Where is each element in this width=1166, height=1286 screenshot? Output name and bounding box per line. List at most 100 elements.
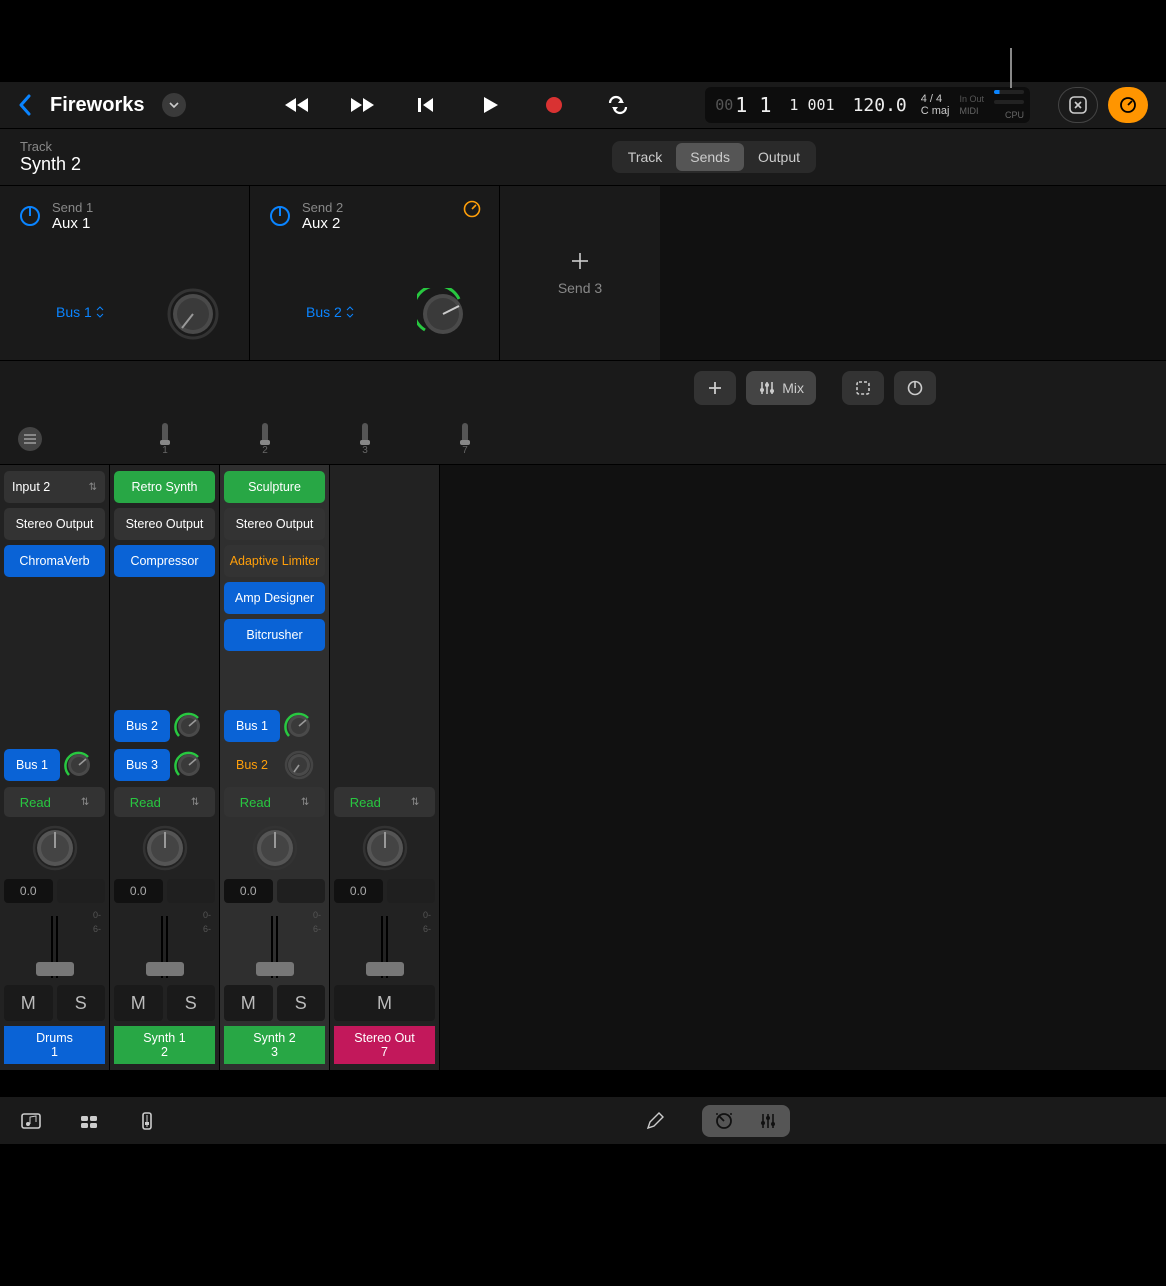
send-bus-selector[interactable]: Bus 2 bbox=[306, 304, 354, 320]
bus-knob[interactable] bbox=[284, 711, 314, 741]
fx-slot[interactable]: ChromaVerb bbox=[4, 545, 105, 577]
fader[interactable]: 0-6- bbox=[114, 908, 215, 980]
automation-mode[interactable]: Read⇅ bbox=[114, 787, 215, 817]
power-all-button[interactable] bbox=[894, 371, 936, 405]
bus-knob[interactable] bbox=[174, 750, 204, 780]
time-signature: 4 / 4 bbox=[921, 93, 950, 105]
db-value[interactable]: 0.0 bbox=[224, 879, 273, 903]
db-value[interactable]: 0.0 bbox=[334, 879, 383, 903]
add-strip-button[interactable] bbox=[694, 371, 736, 405]
send-aux[interactable]: Aux 1 bbox=[52, 215, 93, 232]
mute-button[interactable]: M bbox=[224, 985, 273, 1021]
fx-slot[interactable]: Amp Designer bbox=[224, 582, 325, 614]
bus-send[interactable]: Bus 2 bbox=[114, 710, 170, 742]
bus-knob[interactable] bbox=[64, 750, 94, 780]
project-dropdown[interactable] bbox=[162, 93, 186, 117]
play-button[interactable] bbox=[476, 95, 504, 115]
send-level-knob[interactable] bbox=[417, 288, 469, 340]
channel-strip-drums[interactable]: Input 2⇅ Stereo Output ChromaVerb Bus 1 Read… bbox=[0, 465, 110, 1070]
fader-cap[interactable] bbox=[146, 962, 184, 976]
record-button[interactable] bbox=[540, 95, 568, 115]
output-selector[interactable]: Stereo Output bbox=[224, 508, 325, 540]
output-selector[interactable]: Stereo Output bbox=[4, 508, 105, 540]
lcd-display[interactable]: 001 1 1 001 120.0 4 / 4 C maj In Out MID… bbox=[705, 87, 1030, 123]
fx-slot[interactable]: Adaptive Limiter bbox=[224, 545, 325, 577]
fx-slot[interactable]: Bitcrusher bbox=[224, 619, 325, 651]
channel-name[interactable]: Synth 23 bbox=[224, 1026, 325, 1064]
fader-cap[interactable] bbox=[366, 962, 404, 976]
channel-strip-synth1[interactable]: Retro Synth Stereo Output Compressor Bus 2 B… bbox=[110, 465, 220, 1070]
project-title[interactable]: Fireworks bbox=[50, 94, 144, 117]
input-selector[interactable]: Input 2⇅ bbox=[4, 471, 105, 503]
close-panel-button[interactable] bbox=[1058, 87, 1098, 123]
cycle-button[interactable] bbox=[604, 95, 632, 115]
solo-button[interactable]: S bbox=[57, 985, 106, 1021]
channel-name[interactable]: Synth 12 bbox=[114, 1026, 215, 1064]
bus-send[interactable]: Bus 2 bbox=[224, 749, 280, 781]
fast-forward-button[interactable] bbox=[348, 95, 376, 115]
fader[interactable]: 0-6- bbox=[224, 908, 325, 980]
power-icon[interactable] bbox=[18, 204, 42, 228]
pan-knob[interactable] bbox=[334, 822, 435, 874]
channel-strip-stereoout[interactable]: Read⇅ 0.0 0-6- M Stereo Out7 bbox=[330, 465, 440, 1070]
live-loops-icon[interactable] bbox=[78, 1110, 100, 1132]
mute-button[interactable]: M bbox=[4, 985, 53, 1021]
power-icon[interactable] bbox=[268, 204, 292, 228]
plugin-view-button[interactable] bbox=[1108, 87, 1148, 123]
library-icon[interactable] bbox=[20, 1110, 42, 1132]
fader-cap[interactable] bbox=[256, 962, 294, 976]
overview-channel[interactable]: 7 bbox=[462, 423, 468, 456]
fx-slot[interactable]: Compressor bbox=[114, 545, 215, 577]
output-selector[interactable]: Stereo Output bbox=[114, 508, 215, 540]
solo-button[interactable]: S bbox=[277, 985, 326, 1021]
mix-mode-button[interactable]: Mix bbox=[746, 371, 816, 405]
instrument-slot[interactable]: Retro Synth bbox=[114, 471, 215, 503]
fader[interactable]: 0-6- bbox=[334, 908, 435, 980]
mixer-icon[interactable] bbox=[136, 1110, 158, 1132]
bus-knob[interactable] bbox=[174, 711, 204, 741]
rewind-button[interactable] bbox=[284, 95, 312, 115]
pan-knob[interactable] bbox=[114, 822, 215, 874]
automation-mode[interactable]: Read⇅ bbox=[334, 787, 435, 817]
db-value[interactable]: 0.0 bbox=[4, 879, 53, 903]
automation-mode[interactable]: Read⇅ bbox=[224, 787, 325, 817]
overview-channel[interactable]: 3 bbox=[362, 423, 368, 456]
db-value[interactable]: 0.0 bbox=[114, 879, 163, 903]
send-bus-selector[interactable]: Bus 1 bbox=[56, 304, 104, 320]
tab-output[interactable]: Output bbox=[744, 143, 814, 171]
mute-button[interactable]: M bbox=[114, 985, 163, 1021]
knob-view-button[interactable] bbox=[702, 1105, 746, 1137]
cpu-meter: CPU bbox=[994, 87, 1024, 123]
back-chevron-icon[interactable] bbox=[18, 94, 32, 116]
send-aux[interactable]: Aux 2 bbox=[302, 215, 343, 232]
bus-knob[interactable] bbox=[284, 750, 314, 780]
fader-cap[interactable] bbox=[36, 962, 74, 976]
channel-name[interactable]: Drums1 bbox=[4, 1026, 105, 1064]
pan-knob[interactable] bbox=[4, 822, 105, 874]
bus-send[interactable]: Bus 3 bbox=[114, 749, 170, 781]
automation-badge-icon[interactable] bbox=[463, 200, 481, 218]
tempo-display[interactable]: 120.0 bbox=[849, 87, 911, 123]
instrument-slot[interactable]: Sculpture bbox=[224, 471, 325, 503]
fader[interactable]: 0-6- bbox=[4, 908, 105, 980]
bus-send[interactable]: Bus 1 bbox=[224, 710, 280, 742]
send-slot-add[interactable]: Send 3 bbox=[500, 186, 660, 360]
signature-key[interactable]: 4 / 4 C maj bbox=[921, 87, 950, 123]
channel-strip-synth2[interactable]: Sculpture Stereo Output Adaptive Limiter Am… bbox=[220, 465, 330, 1070]
mute-button[interactable]: M bbox=[334, 985, 435, 1021]
pan-knob[interactable] bbox=[224, 822, 325, 874]
bus-send[interactable]: Bus 1 bbox=[4, 749, 60, 781]
overview-channel[interactable]: 2 bbox=[262, 423, 268, 456]
overview-menu-icon[interactable] bbox=[18, 427, 42, 451]
fader-view-button[interactable] bbox=[746, 1105, 790, 1137]
go-to-start-button[interactable] bbox=[412, 95, 440, 115]
tab-sends[interactable]: Sends bbox=[676, 143, 744, 171]
overview-channel[interactable]: 1 bbox=[162, 423, 168, 456]
selection-mode-button[interactable] bbox=[842, 371, 884, 405]
automation-mode[interactable]: Read⇅ bbox=[4, 787, 105, 817]
tab-track[interactable]: Track bbox=[614, 143, 676, 171]
edit-pencil-icon[interactable] bbox=[644, 1110, 666, 1132]
solo-button[interactable]: S bbox=[167, 985, 216, 1021]
send-level-knob[interactable] bbox=[167, 288, 219, 340]
channel-name[interactable]: Stereo Out7 bbox=[334, 1026, 435, 1064]
